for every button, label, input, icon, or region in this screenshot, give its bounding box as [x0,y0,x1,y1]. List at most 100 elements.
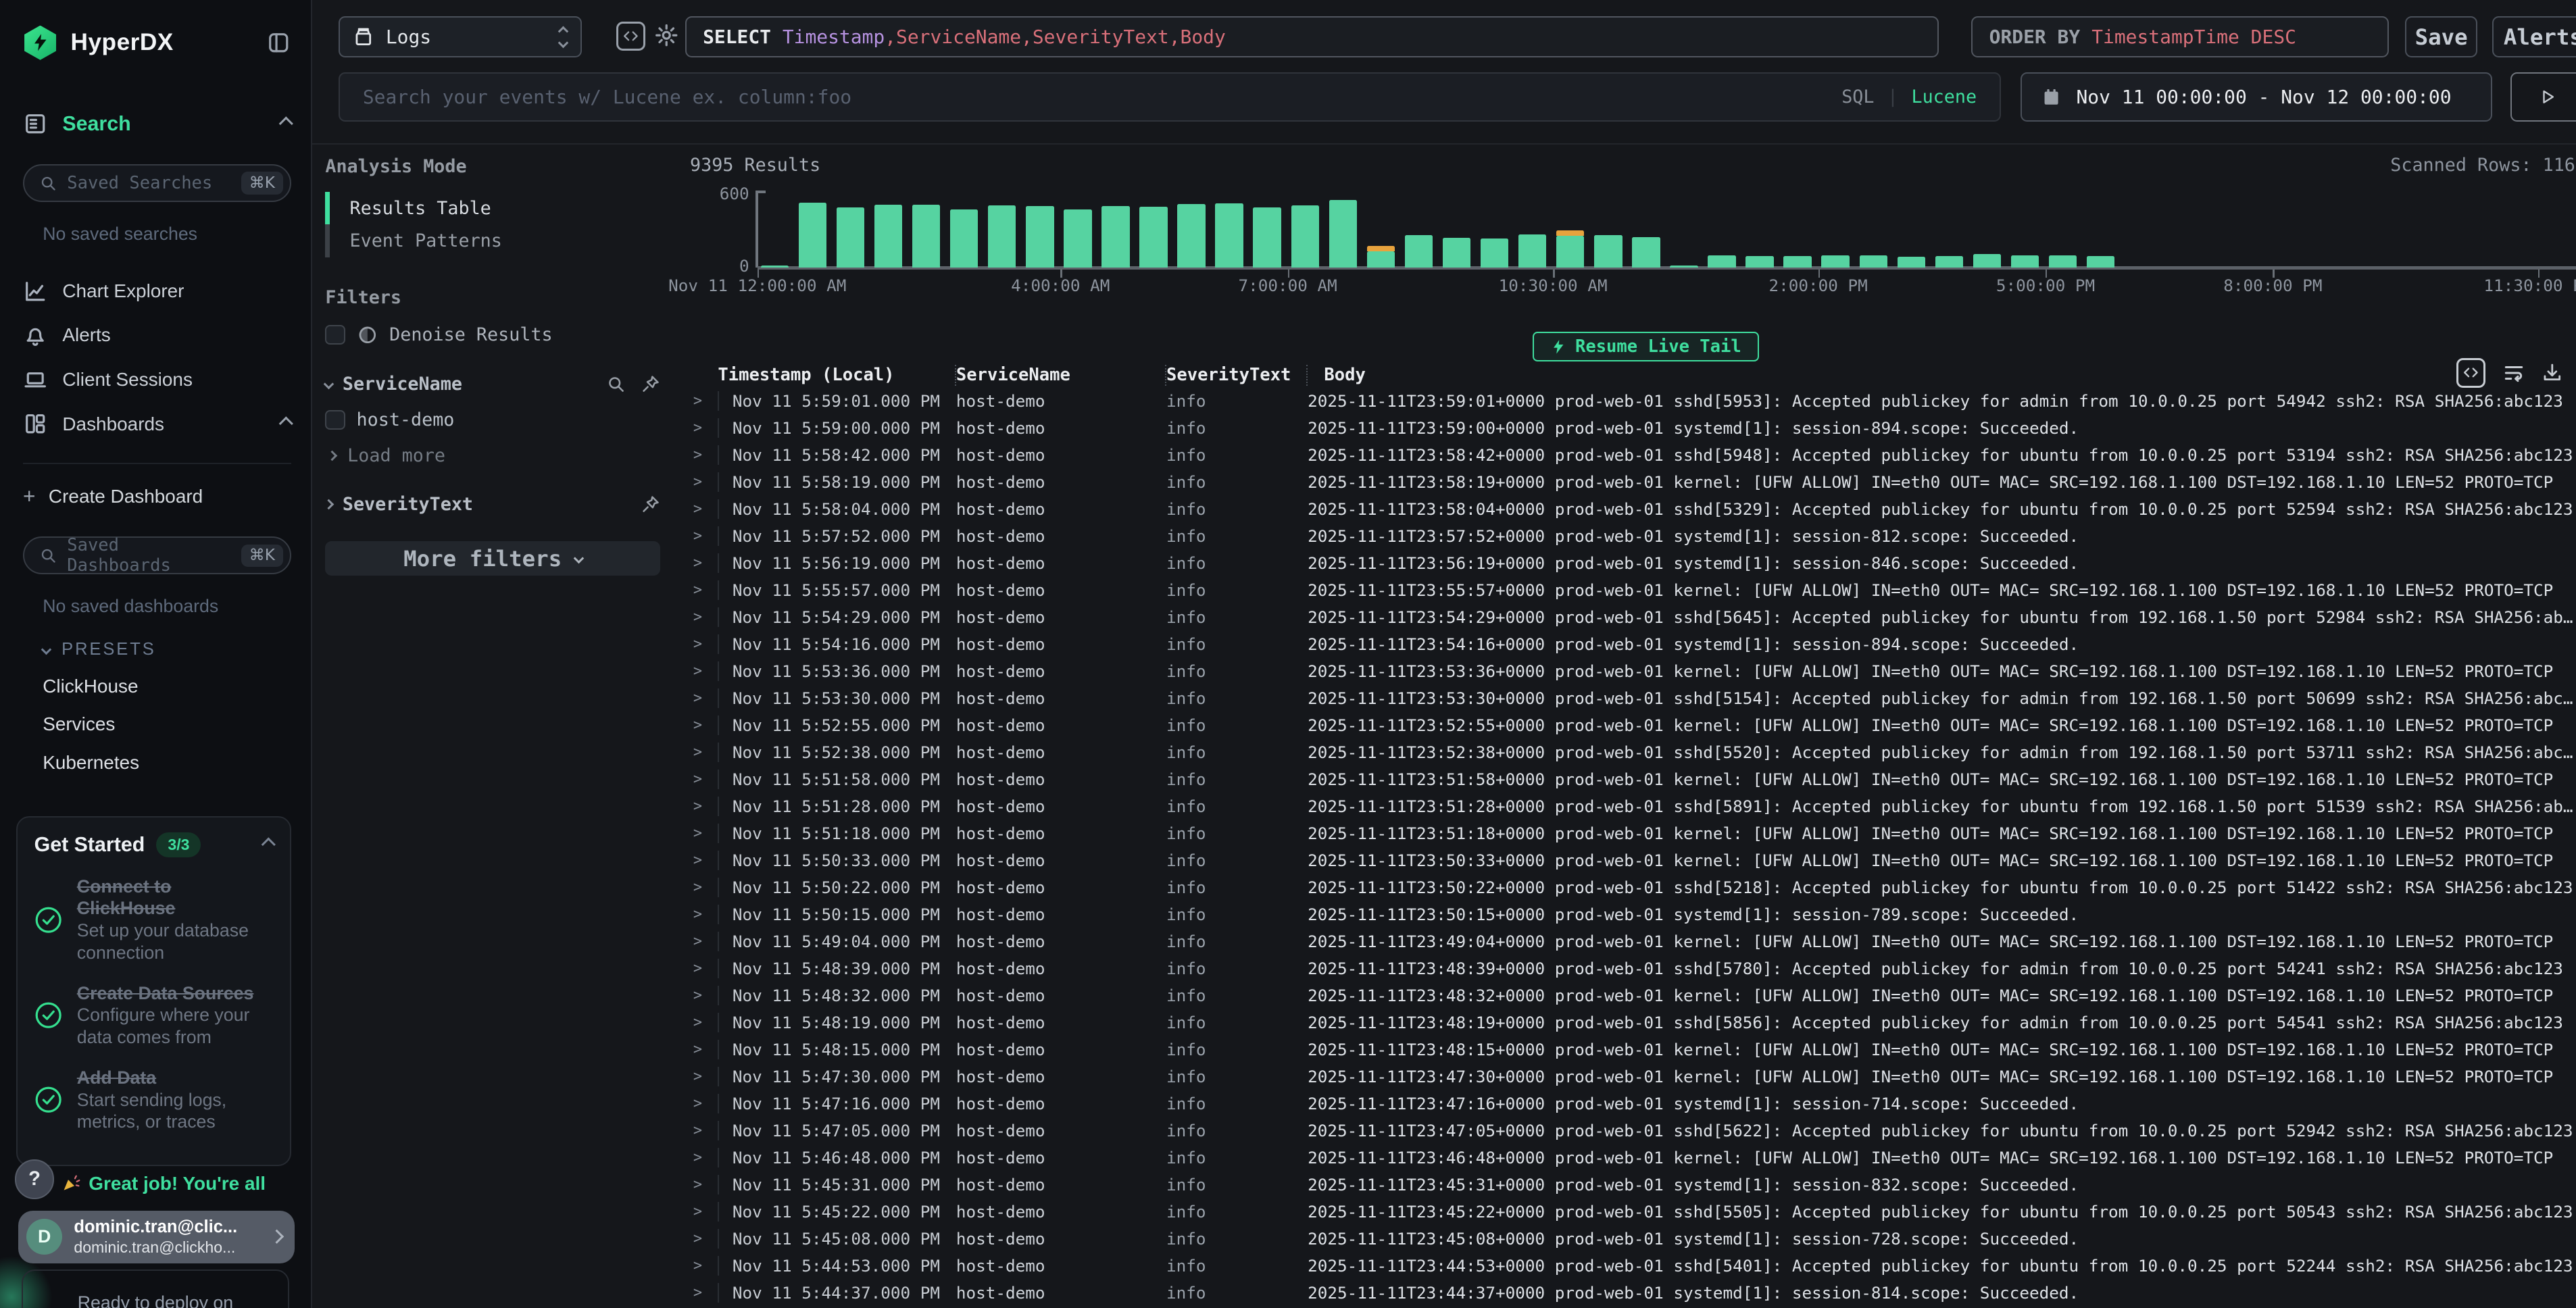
chart-bar[interactable] [1935,256,1963,268]
chart-bar[interactable] [1443,238,1470,268]
chart-bar[interactable] [1367,251,1395,268]
get-started-item[interactable]: Add Data Start sending logs, metrics, or… [34,1067,274,1133]
table-row[interactable]: > Nov 11 5:45:31.000 PM host-demo info 2… [677,1171,2576,1198]
row-expand-chevron-icon[interactable]: > [677,582,718,599]
row-expand-chevron-icon[interactable]: > [677,1068,718,1085]
chart-bar[interactable] [2011,255,2039,268]
chart-bar[interactable] [988,205,1016,268]
mode-event-patterns[interactable]: Event Patterns [325,224,660,257]
chevron-up-icon[interactable] [262,838,276,852]
table-row[interactable]: > Nov 11 5:47:05.000 PM host-demo info 2… [677,1117,2576,1144]
column-header-timestamp[interactable]: Timestamp (Local) [718,365,956,386]
preset-item-clickhouse[interactable]: ClickHouse [43,676,291,697]
filter-group-severitytext[interactable]: SeverityText [325,494,660,515]
table-row[interactable]: > Nov 11 5:47:30.000 PM host-demo info 2… [677,1063,2576,1090]
column-header-body[interactable]: Body [1308,365,2576,386]
wrap-lines-icon[interactable] [2502,361,2525,384]
pin-icon[interactable] [641,495,660,514]
chart-bar[interactable] [1898,257,1925,268]
denoise-checkbox[interactable] [325,325,345,345]
chart-bar[interactable] [1064,209,1091,268]
pin-icon[interactable] [641,374,660,394]
row-expand-chevron-icon[interactable]: > [677,636,718,653]
source-select[interactable]: Logs [339,16,582,57]
table-row[interactable]: > Nov 11 5:48:15.000 PM host-demo info 2… [677,1036,2576,1063]
user-menu[interactable]: D dominic.tran@clic... dominic.tran@clic… [18,1211,295,1263]
table-row[interactable]: > Nov 11 5:48:39.000 PM host-demo info 2… [677,955,2576,982]
table-row[interactable]: > Nov 11 5:51:18.000 PM host-demo info 2… [677,820,2576,847]
row-expand-chevron-icon[interactable]: > [677,771,718,788]
mode-results-table[interactable]: Results Table [325,192,660,225]
preset-item-kubernetes[interactable]: Kubernetes [43,752,291,774]
presets-toggle[interactable]: PRESETS [43,640,291,659]
chevron-up-icon[interactable] [279,117,293,131]
row-expand-chevron-icon[interactable]: > [677,1095,718,1112]
row-expand-chevron-icon[interactable]: > [677,987,718,1004]
table-row[interactable]: > Nov 11 5:53:36.000 PM host-demo info 2… [677,658,2576,685]
chart-bar[interactable] [1026,206,1054,268]
table-row[interactable]: > Nov 11 5:47:16.000 PM host-demo info 2… [677,1090,2576,1117]
chart-bar[interactable] [1594,235,1622,268]
alerts-button[interactable]: Alerts [2492,16,2576,57]
table-row[interactable]: > Nov 11 5:44:53.000 PM host-demo info 2… [677,1252,2576,1279]
chart-bar[interactable] [1783,256,1811,268]
get-started-item[interactable]: Connect to ClickHouse Set up your databa… [34,876,274,964]
chart-bar[interactable] [799,203,826,268]
chart-bar[interactable] [1973,254,2001,268]
sidebar-item-client-sessions[interactable]: Client Sessions [23,357,291,402]
sidebar-item-dashboards[interactable]: Dashboards [23,402,291,447]
chart-bar[interactable] [1670,266,1698,268]
load-more-button[interactable]: Load more [325,445,660,466]
table-row[interactable]: > Nov 11 5:48:19.000 PM host-demo info 2… [677,1009,2576,1036]
saved-dashboards-input[interactable]: Saved Dashboards ⌘K [23,536,291,574]
sidebar-collapse-icon[interactable] [266,30,291,55]
date-range-picker[interactable]: Nov 11 00:00:00 - Nov 12 00:00:00 [2021,72,2492,122]
row-expand-chevron-icon[interactable]: > [677,960,718,977]
table-row[interactable]: > Nov 11 5:46:48.000 PM host-demo info 2… [677,1144,2576,1171]
table-row[interactable]: > Nov 11 5:52:55.000 PM host-demo info 2… [677,712,2576,739]
column-header-servicename[interactable]: ServiceName [956,365,1166,386]
help-button[interactable]: ? [15,1159,54,1199]
row-expand-chevron-icon[interactable]: > [677,690,718,707]
row-expand-chevron-icon[interactable]: > [677,825,718,842]
table-row[interactable]: > Nov 11 5:45:08.000 PM host-demo info 2… [677,1225,2576,1252]
filter-value-host-demo[interactable]: host-demo [325,409,660,430]
filter-search-icon[interactable] [606,374,626,394]
table-row[interactable]: > Nov 11 5:49:04.000 PM host-demo info 2… [677,928,2576,955]
table-row[interactable]: > Nov 11 5:51:28.000 PM host-demo info 2… [677,793,2576,820]
row-expand-chevron-icon[interactable]: > [677,420,718,436]
row-expand-chevron-icon[interactable]: > [677,852,718,869]
chart-bar[interactable] [1860,255,1887,268]
chevron-up-icon[interactable] [279,417,293,431]
row-expand-chevron-icon[interactable]: > [677,1122,718,1139]
row-expand-chevron-icon[interactable]: > [677,1014,718,1031]
chart-bar[interactable] [1253,207,1281,268]
table-row[interactable]: > Nov 11 5:50:15.000 PM host-demo info 2… [677,901,2576,928]
chart-bar[interactable] [1708,255,1735,268]
host-demo-checkbox[interactable] [325,410,345,430]
chart-bar[interactable] [1139,207,1167,268]
row-expand-chevron-icon[interactable]: > [677,447,718,463]
row-expand-chevron-icon[interactable]: > [677,906,718,923]
row-expand-chevron-icon[interactable]: > [677,555,718,572]
table-row[interactable]: > Nov 11 5:54:29.000 PM host-demo info 2… [677,604,2576,631]
table-row[interactable]: > Nov 11 5:55:57.000 PM host-demo info 2… [677,577,2576,604]
more-filters-button[interactable]: More filters [325,541,660,576]
run-query-button[interactable] [2510,72,2576,122]
row-expand-chevron-icon[interactable]: > [677,501,718,518]
denoise-results-option[interactable]: Denoise Results [325,324,660,346]
columns-config-icon[interactable] [2456,358,2486,388]
saved-searches-input[interactable]: Saved Searches ⌘K [23,164,291,202]
column-header-severitytext[interactable]: SeverityText [1166,365,1308,386]
table-row[interactable]: > Nov 11 5:48:32.000 PM host-demo info 2… [677,982,2576,1009]
row-expand-chevron-icon[interactable]: > [677,717,718,734]
chart-bar[interactable] [837,207,864,268]
chart-bar[interactable] [1632,237,1660,268]
chart-bar[interactable] [1101,206,1129,268]
row-expand-chevron-icon[interactable]: > [677,528,718,545]
query-settings-gear-icon[interactable] [654,23,678,47]
chart-bar[interactable] [1291,205,1319,268]
row-expand-chevron-icon[interactable]: > [677,1257,718,1274]
chart-bar[interactable] [1481,238,1508,268]
row-expand-chevron-icon[interactable]: > [677,1149,718,1166]
